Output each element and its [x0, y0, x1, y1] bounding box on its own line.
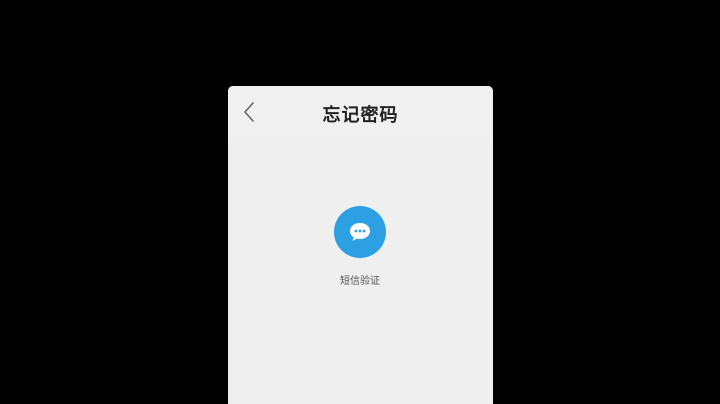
- page-title: 忘记密码: [322, 105, 399, 126]
- sms-verification-option[interactable]: 短信验证: [333, 206, 387, 287]
- chat-bubble-icon: [350, 223, 370, 241]
- screen-root: 忘记密码 短信验证: [0, 0, 720, 404]
- forgot-password-panel: 忘记密码 短信验证: [228, 86, 493, 404]
- sms-verification-icon-circle[interactable]: [334, 206, 386, 258]
- header-bar: 忘记密码: [228, 86, 493, 138]
- sms-verification-label: 短信验证: [340, 276, 380, 287]
